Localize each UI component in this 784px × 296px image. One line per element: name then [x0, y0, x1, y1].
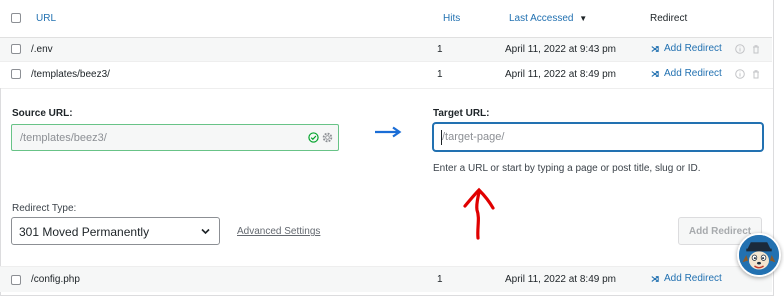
target-url-input[interactable]	[433, 123, 763, 151]
sort-down-icon: ▼	[579, 14, 588, 23]
row-checkbox[interactable]	[11, 275, 21, 285]
trash-icon[interactable]	[751, 69, 761, 79]
header-url[interactable]: URL	[36, 12, 56, 26]
info-icon[interactable]	[735, 69, 745, 79]
trash-icon[interactable]	[751, 44, 761, 54]
mascot-avatar[interactable]	[737, 233, 781, 277]
row-actions	[735, 44, 761, 54]
header-last-accessed[interactable]: Last Accessed ▼	[509, 12, 587, 26]
row-checkbox[interactable]	[11, 44, 21, 54]
target-url-label: Target URL:	[433, 108, 490, 119]
add-redirect-link[interactable]: Add Redirect	[651, 273, 722, 284]
row-last-accessed: April 11, 2022 at 9:43 pm	[505, 44, 616, 55]
row-hits: 1	[437, 274, 443, 285]
advanced-settings-link[interactable]: Advanced Settings	[237, 226, 320, 237]
shuffle-icon	[651, 45, 659, 52]
table-row: /.env 1 April 11, 2022 at 9:43 pm Add Re…	[0, 38, 772, 62]
table-header: URL Hits Last Accessed ▼ Redirect	[0, 0, 772, 38]
add-redirect-link[interactable]: Add Redirect	[651, 43, 722, 54]
shuffle-icon	[651, 70, 659, 77]
header-redirect: Redirect	[650, 13, 688, 24]
add-redirect-link[interactable]: Add Redirect	[651, 68, 722, 79]
source-url-field[interactable]: /templates/beez3/	[11, 124, 339, 151]
target-url-field[interactable]	[434, 124, 762, 150]
add-redirect-label: Add Redirect	[664, 273, 722, 284]
annotation-arrow	[463, 187, 495, 240]
row-hits: 1	[437, 69, 443, 80]
shuffle-icon	[651, 275, 659, 282]
header-hits[interactable]: Hits	[443, 12, 460, 26]
row-hits: 1	[437, 44, 443, 55]
target-url-help: Enter a URL or start by typing a page or…	[433, 163, 701, 174]
row-last-accessed: April 11, 2022 at 8:49 pm	[505, 274, 616, 285]
row-actions	[735, 69, 761, 79]
source-url-label: Source URL:	[12, 108, 73, 119]
row-last-accessed: April 11, 2022 at 8:49 pm	[505, 69, 616, 80]
redirect-type-label: Redirect Type:	[12, 203, 77, 214]
row-url: /config.php	[31, 274, 80, 285]
redirect-type-value: 301 Moved Permanently	[19, 225, 150, 239]
add-redirect-label: Add Redirect	[664, 68, 722, 79]
mascot-icon	[739, 235, 779, 275]
redirect-type-select[interactable]: 301 Moved Permanently	[11, 217, 220, 245]
info-icon[interactable]	[735, 44, 745, 54]
arrow-right-icon	[375, 126, 402, 138]
table-row: /templates/beez3/ 1 April 11, 2022 at 8:…	[0, 62, 772, 88]
table-row: /config.php 1 April 11, 2022 at 8:49 pm …	[0, 266, 772, 292]
row-url: /.env	[31, 44, 53, 55]
select-all-checkbox[interactable]	[11, 13, 21, 23]
check-circle-icon	[308, 132, 319, 143]
text-caret	[441, 130, 442, 145]
row-checkbox[interactable]	[11, 69, 21, 79]
source-url-value: /templates/beez3/	[20, 132, 107, 144]
row-url: /templates/beez3/	[31, 69, 110, 80]
chevron-down-icon	[201, 228, 210, 235]
add-redirect-label: Add Redirect	[664, 43, 722, 54]
gear-icon[interactable]	[322, 132, 333, 143]
header-last-accessed-label: Last Accessed	[509, 13, 574, 24]
